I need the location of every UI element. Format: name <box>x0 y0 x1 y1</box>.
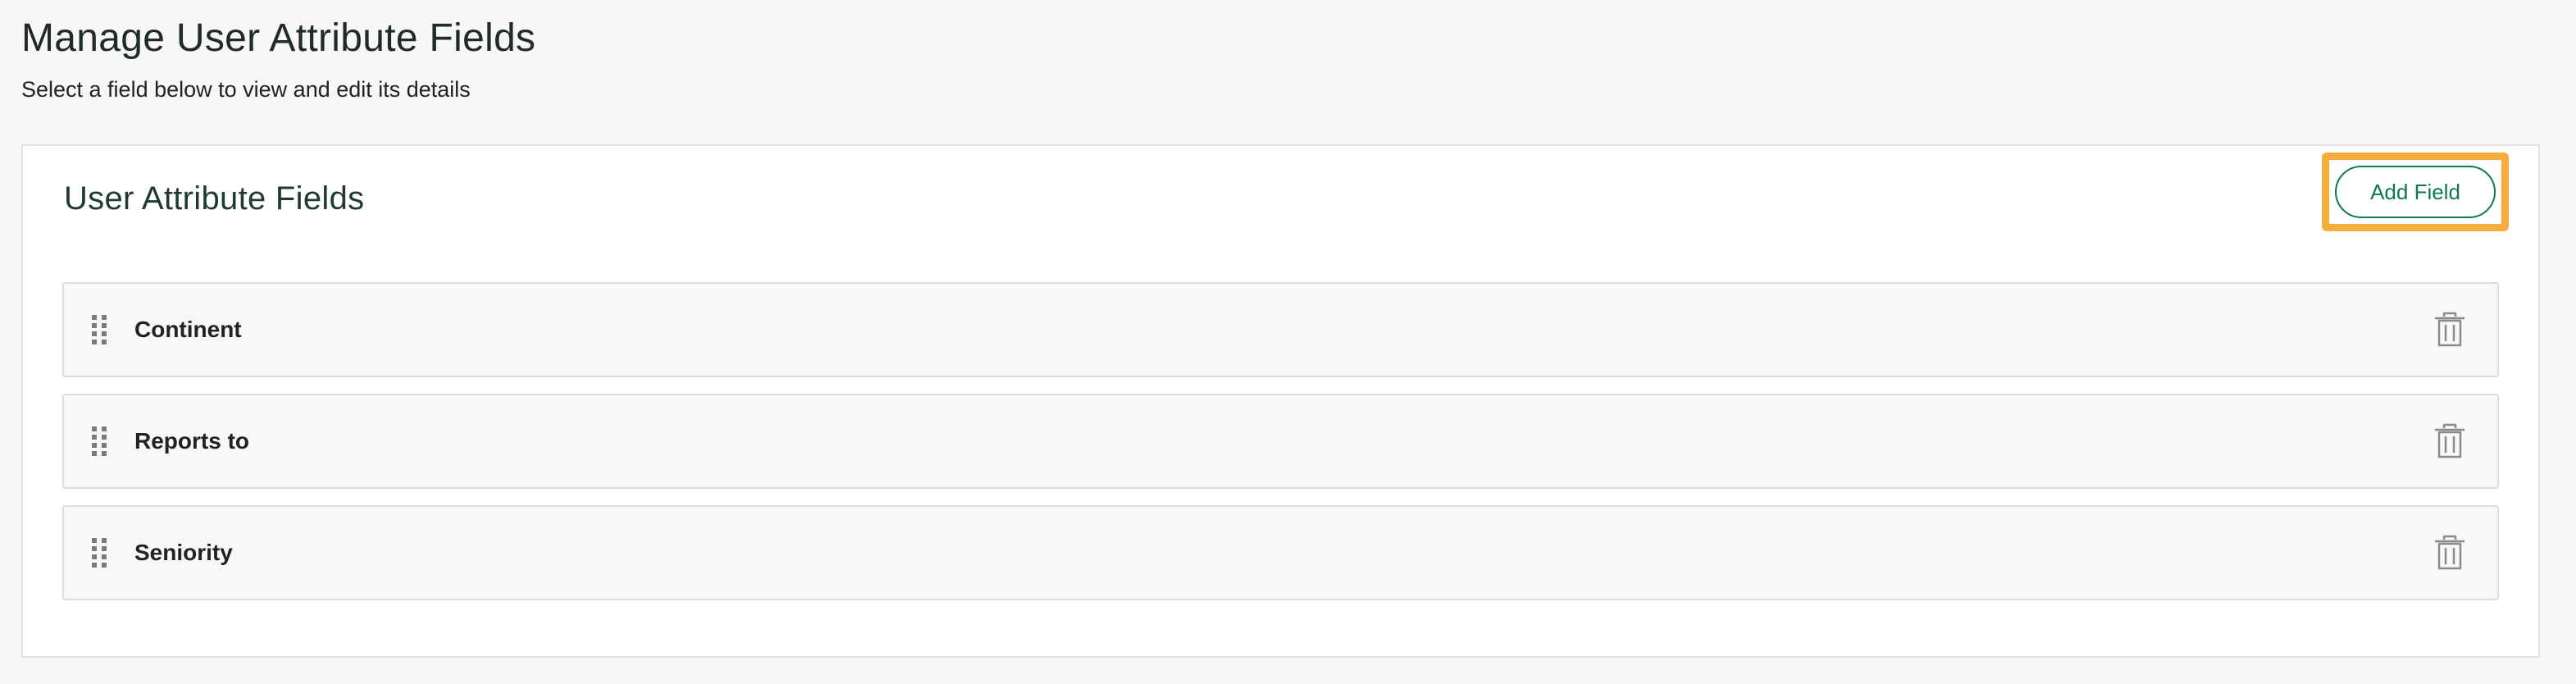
panel-title: User Attribute Fields <box>64 180 365 217</box>
add-field-highlight: Add Field <box>2322 153 2509 231</box>
page-title: Manage User Attribute Fields <box>21 16 536 60</box>
field-list: Continent Reports to Seniority <box>62 282 2499 617</box>
list-item-continent[interactable]: Continent <box>62 282 2499 377</box>
trash-icon[interactable] <box>2433 423 2466 459</box>
add-field-button[interactable]: Add Field <box>2335 166 2496 218</box>
trash-icon[interactable] <box>2433 535 2466 571</box>
field-label: Reports to <box>134 428 249 454</box>
field-label: Continent <box>134 317 242 342</box>
drag-handle-icon[interactable] <box>92 538 108 568</box>
list-item-seniority[interactable]: Seniority <box>62 505 2499 600</box>
list-item-reports-to[interactable]: Reports to <box>62 394 2499 489</box>
drag-handle-icon[interactable] <box>92 426 108 456</box>
drag-handle-icon[interactable] <box>92 315 108 344</box>
user-attribute-fields-panel: User Attribute Fields Add Field Continen… <box>21 144 2540 658</box>
page-header: Manage User Attribute Fields Select a fi… <box>21 11 535 103</box>
trash-icon[interactable] <box>2433 312 2466 348</box>
page-subtitle: Select a field below to view and edit it… <box>21 77 471 102</box>
field-label: Seniority <box>134 540 233 565</box>
